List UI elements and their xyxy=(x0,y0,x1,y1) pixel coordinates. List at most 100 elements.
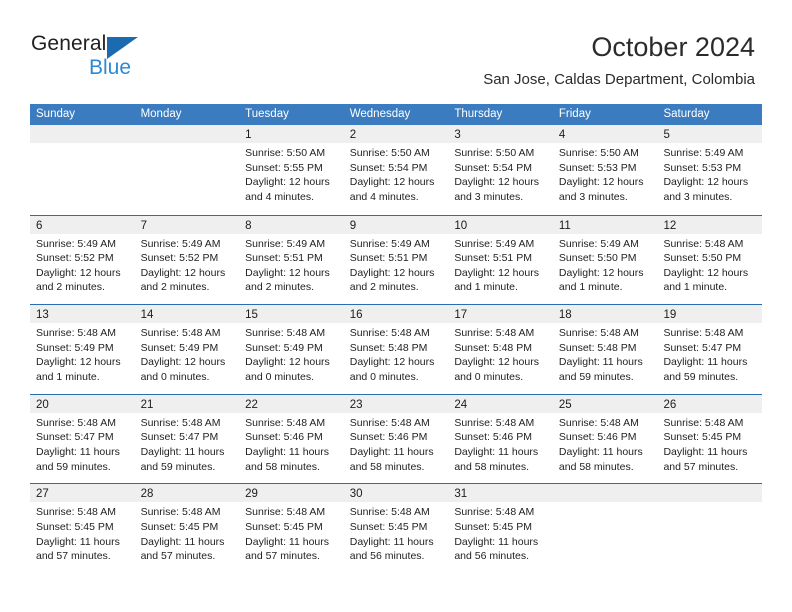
sunrise-time: Sunrise: 5:49 AM xyxy=(349,237,430,250)
day-number: 31 xyxy=(454,488,468,501)
day-cell[interactable]: 11 Sunrise: 5:49 AM Sunset: 5:50 PM Dayligh… xyxy=(552,215,658,305)
day-number-band: 26 xyxy=(657,394,763,413)
day-cell[interactable]: 21 Sunrise: 5:48 AM Sunset: 5:47 PM Dayligh… xyxy=(134,394,240,484)
sunset-time: Sunset: 5:54 PM xyxy=(454,161,532,174)
day-details: Sunrise: 5:48 AM Sunset: 5:47 PM Daylight:… xyxy=(657,323,762,384)
location-subtitle: San Jose, Caldas Department, Colombia xyxy=(483,71,755,88)
week-row: 20 Sunrise: 5:48 AM Sunset: 5:47 PM Dayligh… xyxy=(30,393,763,484)
day-number: 24 xyxy=(454,398,468,411)
day-number: 9 xyxy=(349,219,357,232)
day-details: Sunrise: 5:48 AM Sunset: 5:46 PM Daylight:… xyxy=(448,413,553,474)
day-details: Sunrise: 5:49 AM Sunset: 5:51 PM Daylight:… xyxy=(344,234,449,295)
day-cell[interactable]: 9 Sunrise: 5:49 AM Sunset: 5:51 PM Daylight… xyxy=(343,215,449,305)
day-cell[interactable]: 14 Sunrise: 5:48 AM Sunset: 5:49 PM Dayligh… xyxy=(134,305,240,394)
daylight-duration-line2: and 3 minutes. xyxy=(454,190,524,203)
day-cell[interactable]: 4 Sunrise: 5:50 AM Sunset: 5:53 PM Daylight… xyxy=(552,125,658,215)
daylight-duration-line2: and 57 minutes. xyxy=(245,550,320,563)
day-details: Sunrise: 5:49 AM Sunset: 5:51 PM Daylight:… xyxy=(448,234,553,295)
day-number-band: 23 xyxy=(343,394,449,413)
day-details: Sunrise: 5:48 AM Sunset: 5:50 PM Daylight:… xyxy=(657,234,762,295)
daylight-duration-line2: and 57 minutes. xyxy=(663,460,739,473)
day-cell[interactable]: 30 Sunrise: 5:48 AM Sunset: 5:45 PM Dayligh… xyxy=(343,484,449,573)
day-number-band: 10 xyxy=(448,215,553,234)
sunset-time: Sunset: 5:49 PM xyxy=(140,341,219,354)
day-details: Sunrise: 5:48 AM Sunset: 5:46 PM Daylight:… xyxy=(239,413,344,474)
daylight-duration-line1: Daylight: 11 hours xyxy=(454,535,539,548)
general-blue-logo[interactable]: General Blue xyxy=(31,33,261,81)
sunrise-time: Sunrise: 5:48 AM xyxy=(36,506,116,519)
day-details: Sunrise: 5:48 AM Sunset: 5:46 PM Daylight:… xyxy=(553,413,658,474)
sunrise-time: Sunrise: 5:50 AM xyxy=(349,147,430,159)
day-cell[interactable]: 6 Sunrise: 5:49 AM Sunset: 5:52 PM Daylight… xyxy=(30,215,135,305)
day-cell[interactable]: 13 Sunrise: 5:48 AM Sunset: 5:49 PM Dayligh… xyxy=(30,305,135,394)
daylight-duration-line1: Daylight: 11 hours xyxy=(663,445,748,458)
daylight-duration-line2: and 4 minutes. xyxy=(245,190,315,203)
sunset-time: Sunset: 5:45 PM xyxy=(454,520,532,533)
day-number: 5 xyxy=(663,129,670,141)
day-details: Sunrise: 5:48 AM Sunset: 5:49 PM Daylight:… xyxy=(30,323,135,384)
sunset-time: Sunset: 5:52 PM xyxy=(140,252,219,265)
daylight-duration-line2: and 4 minutes. xyxy=(349,190,419,203)
day-number: 1 xyxy=(245,129,252,141)
day-cell[interactable]: 22 Sunrise: 5:48 AM Sunset: 5:46 PM Dayligh… xyxy=(239,394,344,484)
weekday-header-sunday: Sunday xyxy=(36,108,76,120)
day-cell[interactable]: 23 Sunrise: 5:48 AM Sunset: 5:46 PM Dayligh… xyxy=(343,394,449,484)
day-cell[interactable]: 12 Sunrise: 5:48 AM Sunset: 5:50 PM Dayligh… xyxy=(657,215,763,305)
sunrise-time: Sunrise: 5:48 AM xyxy=(140,506,221,519)
day-cell-empty xyxy=(657,484,763,573)
day-details: Sunrise: 5:48 AM Sunset: 5:47 PM Daylight:… xyxy=(135,413,240,474)
day-cell[interactable]: 19 Sunrise: 5:48 AM Sunset: 5:47 PM Dayligh… xyxy=(657,305,763,394)
day-number: 16 xyxy=(349,309,363,322)
day-details: Sunrise: 5:49 AM Sunset: 5:51 PM Daylight:… xyxy=(239,234,344,295)
day-number: 22 xyxy=(245,398,258,411)
day-number: 12 xyxy=(663,219,677,232)
day-number: 2 xyxy=(349,129,357,141)
day-cell[interactable]: 2 Sunrise: 5:50 AM Sunset: 5:54 PM Daylight… xyxy=(343,125,449,215)
day-cell[interactable]: 8 Sunrise: 5:49 AM Sunset: 5:51 PM Daylight… xyxy=(239,215,344,305)
daylight-duration-line1: Daylight: 12 hours xyxy=(36,356,121,369)
day-cell[interactable]: 31 Sunrise: 5:48 AM Sunset: 5:45 PM Dayligh… xyxy=(448,484,553,573)
day-cell[interactable]: 24 Sunrise: 5:48 AM Sunset: 5:46 PM Dayligh… xyxy=(448,394,553,484)
daylight-duration-line2: and 1 minute. xyxy=(558,281,623,294)
daylight-duration-line1: Daylight: 12 hours xyxy=(140,266,226,279)
week-row: 1 Sunrise: 5:50 AM Sunset: 5:55 PM Daylight… xyxy=(30,125,763,215)
title-block: October 2024 San Jose, Caldas Department… xyxy=(483,30,755,91)
sunset-time: Sunset: 5:53 PM xyxy=(663,161,742,174)
day-cell[interactable]: 25 Sunrise: 5:48 AM Sunset: 5:46 PM Dayligh… xyxy=(552,394,658,484)
day-cell[interactable]: 27 Sunrise: 5:48 AM Sunset: 5:45 PM Dayligh… xyxy=(30,484,135,573)
daylight-duration-line1: Daylight: 12 hours xyxy=(558,176,644,189)
day-number-band: 25 xyxy=(552,394,658,413)
sunset-time: Sunset: 5:46 PM xyxy=(245,431,323,444)
day-cell[interactable]: 18 Sunrise: 5:48 AM Sunset: 5:48 PM Dayligh… xyxy=(552,305,658,394)
day-cell[interactable]: 15 Sunrise: 5:48 AM Sunset: 5:49 PM Dayligh… xyxy=(239,305,344,394)
day-cell[interactable]: 7 Sunrise: 5:49 AM Sunset: 5:52 PM Daylight… xyxy=(134,215,240,305)
sunset-time: Sunset: 5:46 PM xyxy=(558,431,637,444)
day-number-band: 24 xyxy=(448,394,553,413)
daylight-duration-line1: Daylight: 11 hours xyxy=(36,445,120,458)
daylight-duration-line1: Daylight: 11 hours xyxy=(558,445,643,458)
day-cell[interactable]: 1 Sunrise: 5:50 AM Sunset: 5:55 PM Daylight… xyxy=(239,125,344,215)
day-number-band: 2 xyxy=(343,125,449,143)
sunset-time: Sunset: 5:53 PM xyxy=(558,161,637,174)
day-cell[interactable]: 26 Sunrise: 5:48 AM Sunset: 5:45 PM Dayligh… xyxy=(657,394,763,484)
day-number-band: 16 xyxy=(343,305,449,324)
day-cell[interactable]: 5 Sunrise: 5:49 AM Sunset: 5:53 PM Daylight… xyxy=(657,125,763,215)
day-cell[interactable]: 10 Sunrise: 5:49 AM Sunset: 5:51 PM Dayligh… xyxy=(448,215,553,305)
day-number-band: 6 xyxy=(30,215,135,234)
sunset-time: Sunset: 5:45 PM xyxy=(663,431,742,444)
sunrise-time: Sunrise: 5:49 AM xyxy=(140,237,221,250)
calendar-weeks: 1 Sunrise: 5:50 AM Sunset: 5:55 PM Daylight… xyxy=(30,125,763,573)
day-cell[interactable]: 3 Sunrise: 5:50 AM Sunset: 5:54 PM Daylight… xyxy=(448,125,553,215)
day-cell[interactable]: 16 Sunrise: 5:48 AM Sunset: 5:48 PM Dayligh… xyxy=(343,305,449,394)
day-cell[interactable]: 28 Sunrise: 5:48 AM Sunset: 5:45 PM Dayligh… xyxy=(134,484,240,573)
day-cell[interactable]: 20 Sunrise: 5:48 AM Sunset: 5:47 PM Dayligh… xyxy=(30,394,135,484)
weekday-header-wednesday: Wednesday xyxy=(349,108,411,120)
day-number-band: 12 xyxy=(657,215,763,234)
day-cell[interactable]: 29 Sunrise: 5:48 AM Sunset: 5:45 PM Dayligh… xyxy=(239,484,344,573)
daylight-duration-line1: Daylight: 12 hours xyxy=(36,266,121,279)
day-number-band: 8 xyxy=(239,215,344,234)
day-number-band: 28 xyxy=(134,484,240,503)
daylight-duration-line2: and 2 minutes. xyxy=(349,281,419,294)
day-cell-empty xyxy=(134,125,240,215)
day-cell[interactable]: 17 Sunrise: 5:48 AM Sunset: 5:48 PM Dayligh… xyxy=(448,305,553,394)
